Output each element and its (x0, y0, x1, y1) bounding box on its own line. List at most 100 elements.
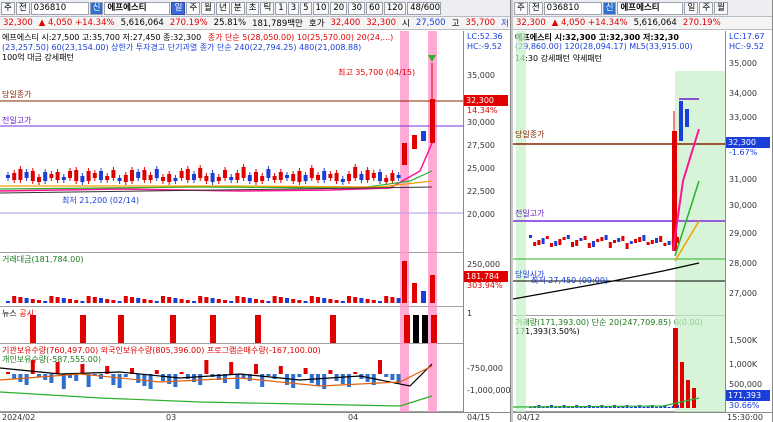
candle (583, 236, 587, 240)
time-axis[interactable]: 04/12 15:30:00 (513, 412, 772, 422)
volume-ratio: 270.19% (169, 18, 208, 28)
candle (254, 172, 258, 182)
amount-bar (223, 300, 227, 303)
amount-pane[interactable]: 거래대금(181,784.00) (0, 253, 463, 307)
hoga-label: 호가 (308, 19, 325, 29)
candle (111, 170, 116, 178)
candle (148, 175, 153, 180)
highlight-band (428, 344, 437, 412)
price-axis[interactable]: LC:52.36 HC:-9.52 35,000 32,300 14.34% 3… (463, 31, 510, 253)
candle (533, 242, 537, 246)
date-axis[interactable]: 2024/02 03 04 04/15 (0, 412, 510, 422)
trade-amount: 181,789백만 (252, 19, 303, 29)
amount-bar (37, 300, 41, 303)
amount-bar (340, 301, 345, 303)
prev-high-label: 전일고가 (515, 209, 545, 218)
interval-60-button[interactable]: 60 (366, 1, 383, 15)
period-week-button[interactable]: 주 (186, 1, 201, 15)
candle (30, 171, 35, 181)
stock-name-field[interactable]: 에프에스티 (104, 1, 171, 15)
volume-bar (592, 407, 595, 408)
intraday-volume-bars (513, 316, 725, 412)
flow-bar (229, 362, 234, 374)
amount-bar (421, 291, 426, 303)
price-change: ▲ 4,050 +14.34% (551, 18, 628, 28)
amount-bar (309, 296, 314, 303)
period-week-button[interactable]: 주 (699, 1, 714, 15)
period-month-button[interactable]: 월 (201, 1, 215, 15)
intraday-price-pane[interactable]: 에프에스티 시:32,300 고:32,300 저:32,30 (29,860.… (513, 31, 725, 316)
high-annotation: 최고 35,700 (04/15) (338, 68, 416, 77)
volume-bar (673, 328, 678, 408)
period-second-button[interactable]: 초 (245, 1, 260, 15)
market-select[interactable]: 주 (514, 1, 528, 15)
volume-value: 5,616,064 (633, 18, 677, 28)
interval-3-button[interactable]: 3 (287, 1, 300, 15)
flow-bar (291, 374, 296, 388)
interval-30-button[interactable]: 30 (348, 1, 366, 15)
candle (634, 239, 637, 243)
candle-count-field[interactable]: 48/600 (407, 1, 442, 15)
period-month-button[interactable]: 월 (714, 1, 728, 15)
price-pane[interactable]: 에프에스티 시:27,500 고:35,700 저:27,450 종:32,30… (0, 31, 463, 253)
market-select[interactable]: 주 (1, 1, 15, 15)
type-select[interactable]: 전 (528, 1, 543, 15)
candle (117, 178, 122, 181)
flow-bar (235, 374, 240, 389)
amount-bar (384, 296, 389, 303)
axis-label: 27,500 (467, 141, 495, 150)
period-day-button[interactable]: 일 (684, 1, 699, 15)
amount-bar (347, 296, 351, 303)
interval-20-button[interactable]: 20 (330, 1, 348, 15)
intraday-price-axis[interactable]: LC:17.67 HC:-9.52 35,000 34,000 33,000 3… (725, 31, 772, 316)
axis-label: 31,000 (729, 175, 757, 184)
volume-axis: 1,500K 1,000K 500,000 171,393 30.66% (725, 316, 772, 412)
period-tick-button[interactable]: 틱 (260, 1, 275, 15)
stock-code-input[interactable]: 036810 (543, 1, 602, 15)
candle (68, 171, 72, 178)
amount-bar (142, 299, 147, 303)
flow-bar (378, 360, 382, 374)
news-pane[interactable]: 뉴스 공시 (0, 307, 463, 344)
amount-bar (278, 297, 283, 303)
interval-1-button[interactable]: 1 (275, 1, 287, 15)
axis-label: 25,000 (467, 164, 495, 173)
candle (604, 235, 608, 240)
volume-pct: 30.66% (729, 401, 760, 410)
flow-bar (86, 374, 91, 387)
stock-code-input[interactable]: 036810 (30, 1, 89, 15)
interval-10-button[interactable]: 10 (312, 1, 330, 15)
high-label: 고 (451, 19, 460, 29)
candle (353, 167, 358, 178)
interval-5-button[interactable]: 5 (300, 1, 312, 15)
axis-label: 1,500K (729, 336, 758, 345)
type-select[interactable]: 전 (15, 1, 30, 15)
amount-axis[interactable]: 250,000 181,784 303.94% (463, 253, 510, 307)
period-year-button[interactable]: 년 (215, 1, 230, 15)
period-day-button[interactable]: 일 (171, 1, 186, 15)
candle (655, 238, 658, 243)
amount-bar (378, 301, 382, 303)
current-price: 32,300 (3, 18, 33, 28)
period-minute-button[interactable]: 분 (230, 1, 245, 15)
candle (663, 243, 667, 246)
amount-bar (111, 300, 116, 303)
amount-bar (123, 296, 128, 303)
candle (278, 172, 283, 180)
flow-bar (322, 374, 327, 389)
candle (105, 176, 110, 180)
price-candles (0, 31, 463, 253)
axis-label: 30,000 (729, 201, 757, 210)
prev-close-label: 당일종가 (515, 130, 545, 139)
flow-bar (303, 368, 308, 374)
intraday-volume-pane[interactable]: 거래량(171,393.00) 단순 20(247,709.85) 0(0.00… (513, 316, 725, 412)
amount-bar (179, 299, 184, 303)
news-bars (30, 307, 437, 344)
investor-flow-pane[interactable]: 기관보유수량(760,497.00) 외국인보유수량(805,396.00) 프… (0, 344, 463, 412)
candle (638, 237, 642, 242)
candle (579, 238, 583, 241)
stock-name-field[interactable]: 에프에스티 (617, 1, 684, 15)
candle (347, 174, 351, 181)
amount-bar (328, 299, 333, 303)
interval-120-button[interactable]: 120 (383, 1, 407, 15)
